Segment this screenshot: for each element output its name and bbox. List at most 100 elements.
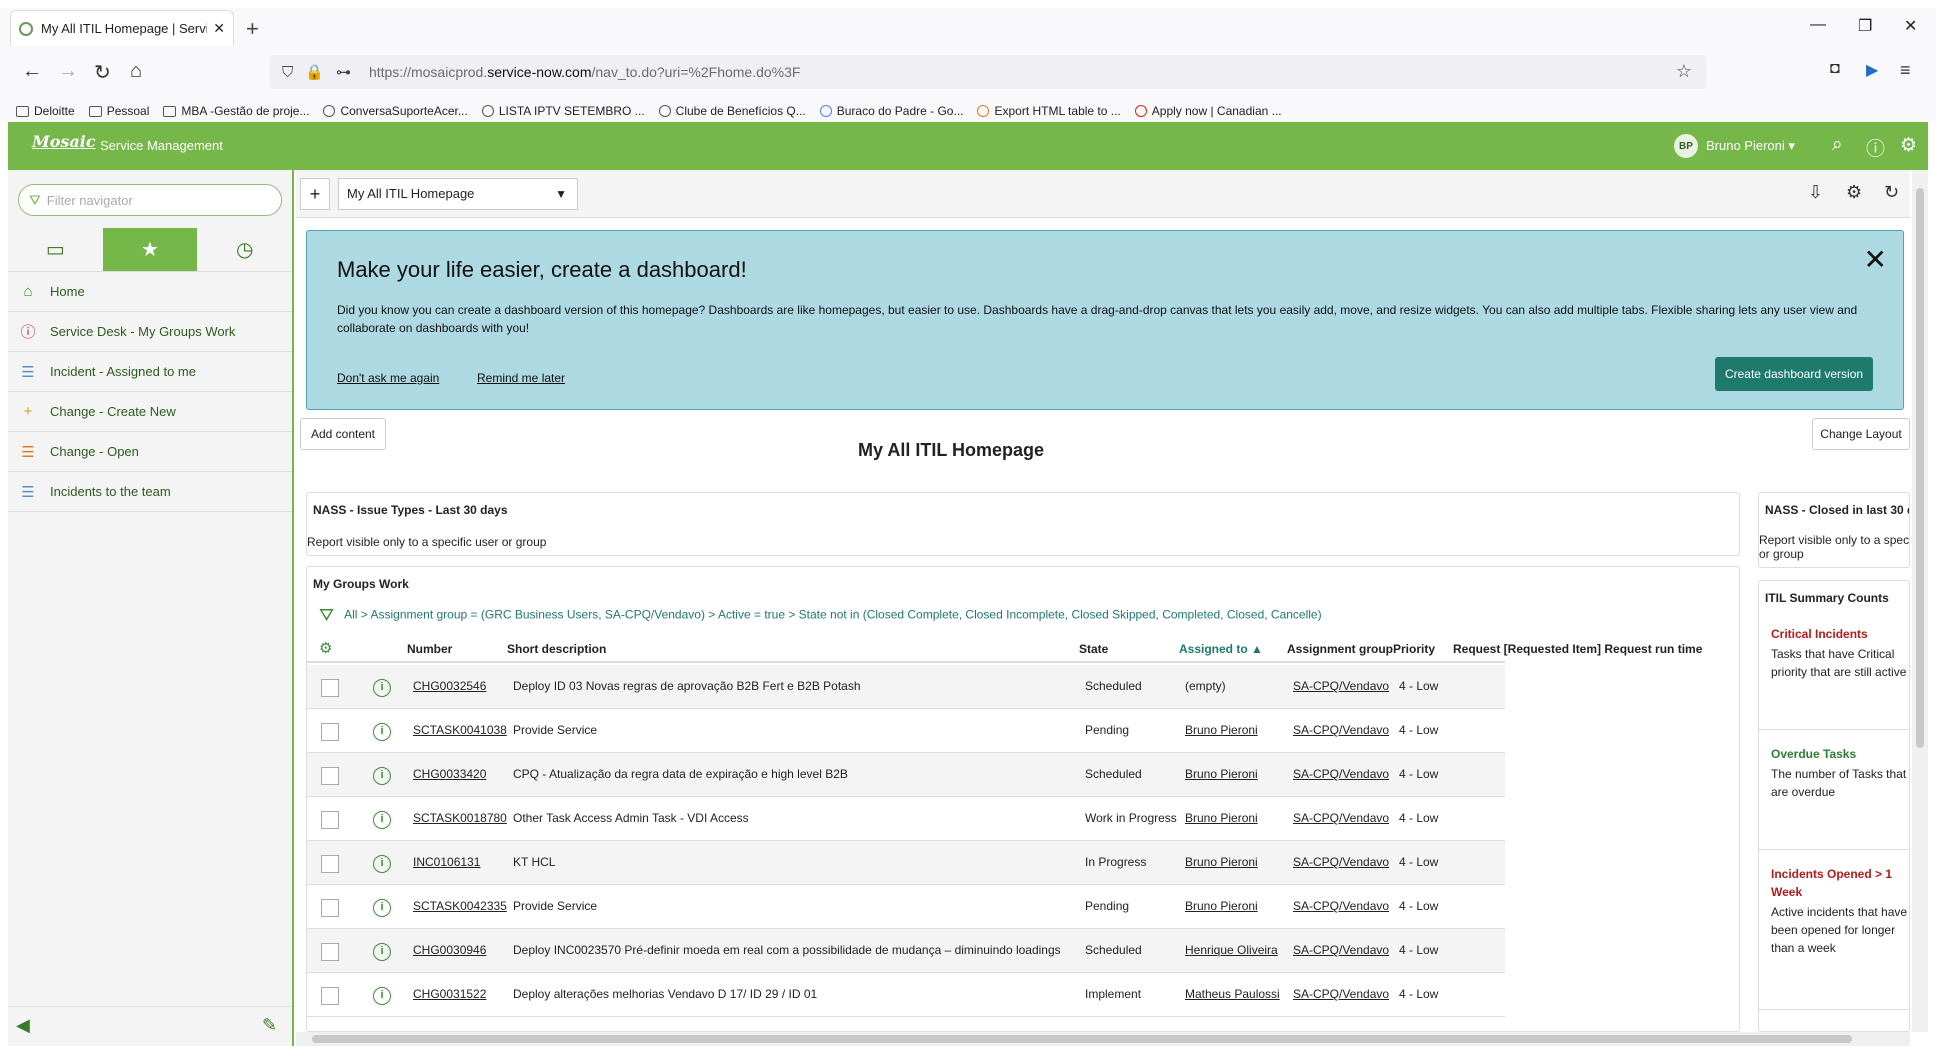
tab-favorites[interactable]: ★ xyxy=(102,228,198,271)
info-icon[interactable]: i xyxy=(373,767,391,785)
collapse-navigator-icon[interactable]: ◀ xyxy=(16,1015,30,1036)
dont-ask-again-link[interactable]: Don't ask me again xyxy=(337,371,439,385)
bookmark-link[interactable]: Buraco do Padre - Go... xyxy=(819,104,963,118)
reload-icon[interactable]: ↻ xyxy=(94,60,111,85)
row-checkbox[interactable] xyxy=(321,811,339,829)
mosaic-logo[interactable]: Mosaic xyxy=(32,132,96,151)
record-number-link[interactable]: CHG0031522 xyxy=(413,987,486,1001)
extension-icon[interactable]: ▶ xyxy=(1866,60,1878,80)
row-checkbox[interactable] xyxy=(321,679,339,697)
record-number-link[interactable]: INC0106131 xyxy=(413,855,480,869)
close-tab-icon[interactable]: ✕ xyxy=(213,20,225,37)
column-request[interactable]: Request [Requested Item] Request run tim… xyxy=(1453,642,1702,656)
homepage-select[interactable]: My All ITIL Homepage ▼ xyxy=(338,178,578,210)
info-icon[interactable]: i xyxy=(373,679,391,697)
breadcrumb-text[interactable]: All > Assignment group = (GRC Business U… xyxy=(344,608,1321,622)
row-checkbox[interactable] xyxy=(321,855,339,873)
info-icon[interactable]: i xyxy=(373,723,391,741)
record-number-link[interactable]: SCTASK0042335 xyxy=(413,899,507,913)
assignment-group-link[interactable]: SA-CPQ/Vendavo xyxy=(1293,855,1389,869)
remind-later-link[interactable]: Remind me later xyxy=(477,371,565,385)
gear-icon[interactable]: ⚙ xyxy=(1900,134,1917,157)
list-settings-icon[interactable]: ⚙ xyxy=(319,639,332,657)
assigned-to-link[interactable]: Bruno Pieroni xyxy=(1185,767,1258,781)
bookmark-link[interactable]: ConversaSuporteAcer... xyxy=(323,104,468,118)
itil-item-overdue[interactable]: Overdue Tasks The number of Tasks that a… xyxy=(1771,745,1909,801)
info-icon[interactable]: i xyxy=(373,811,391,829)
record-number-link[interactable]: CHG0032546 xyxy=(413,679,486,693)
bookmark-folder[interactable]: Deloitte xyxy=(16,104,75,118)
gear-icon[interactable]: ⚙ xyxy=(1846,182,1862,203)
assigned-to-link[interactable]: Matheus Paulossi xyxy=(1185,987,1280,1001)
assignment-group-link[interactable]: SA-CPQ/Vendavo xyxy=(1293,723,1389,737)
change-layout-button[interactable]: Change Layout xyxy=(1812,418,1910,450)
row-checkbox[interactable] xyxy=(321,723,339,741)
sidebar-item-change-create[interactable]: + Change - Create New xyxy=(8,392,292,432)
scrollbar-thumb[interactable] xyxy=(1916,188,1924,748)
itil-item-critical[interactable]: Critical Incidents Tasks that have Criti… xyxy=(1771,625,1909,681)
column-state[interactable]: State xyxy=(1079,642,1108,656)
assigned-to-link[interactable]: Bruno Pieroni xyxy=(1185,811,1258,825)
sidebar-item-incidents-team[interactable]: ☰ Incidents to the team xyxy=(8,472,292,512)
assigned-to-link[interactable]: Bruno Pieroni xyxy=(1185,855,1258,869)
create-dashboard-button[interactable]: Create dashboard version xyxy=(1715,357,1873,391)
record-number-link[interactable]: SCTASK0041038 xyxy=(413,723,507,737)
column-priority[interactable]: Priority xyxy=(1393,642,1435,656)
back-icon[interactable]: ← xyxy=(22,60,42,83)
filter-navigator-input[interactable]: ⛛ Filter navigator xyxy=(18,184,282,216)
sidebar-item-home[interactable]: ⌂ Home xyxy=(8,272,292,312)
restore-icon[interactable]: ❐ xyxy=(1858,16,1872,36)
help-icon[interactable]: ⓘ xyxy=(1866,134,1885,161)
info-icon[interactable]: i xyxy=(373,987,391,1005)
minimize-icon[interactable]: — xyxy=(1810,16,1826,34)
column-assigned-to[interactable]: Assigned to ▲ xyxy=(1179,642,1263,656)
search-icon[interactable]: ⌕ xyxy=(1832,134,1843,156)
tab-history[interactable]: ◷ xyxy=(197,228,292,271)
assignment-group-link[interactable]: SA-CPQ/Vendavo xyxy=(1293,811,1389,825)
assigned-to-link[interactable]: Bruno Pieroni xyxy=(1185,723,1258,737)
column-assignment-group[interactable]: Assignment group xyxy=(1287,642,1393,656)
assigned-to-link[interactable]: Henrique Oliveira xyxy=(1185,943,1278,957)
info-icon[interactable]: i xyxy=(373,899,391,917)
row-checkbox[interactable] xyxy=(321,987,339,1005)
info-icon[interactable]: i xyxy=(373,943,391,961)
refresh-icon[interactable]: ↻ xyxy=(1884,182,1899,203)
itil-item-opened-week[interactable]: Incidents Opened > 1 Week Active inciden… xyxy=(1771,865,1909,957)
vertical-scrollbar[interactable] xyxy=(1912,170,1928,1032)
assignment-group-link[interactable]: SA-CPQ/Vendavo xyxy=(1293,899,1389,913)
avatar[interactable]: BP xyxy=(1674,134,1698,158)
assignment-group-link[interactable]: SA-CPQ/Vendavo xyxy=(1293,943,1389,957)
close-icon[interactable]: ✕ xyxy=(1864,243,1887,276)
column-short-description[interactable]: Short description xyxy=(507,642,606,656)
user-menu[interactable]: Bruno Pieroni ▾ xyxy=(1706,138,1795,154)
bookmark-link[interactable]: Export HTML table to ... xyxy=(977,104,1121,118)
address-bar[interactable]: ⛉ 🔒 ⊶ https://mosaicprod.service-now.com… xyxy=(270,55,1706,89)
column-number[interactable]: Number xyxy=(407,642,452,656)
record-number-link[interactable]: CHG0030946 xyxy=(413,943,486,957)
sidebar-item-service-desk[interactable]: ⓘ Service Desk - My Groups Work xyxy=(8,312,292,352)
edit-favorites-icon[interactable]: ✎ xyxy=(262,1015,277,1036)
row-checkbox[interactable] xyxy=(321,899,339,917)
record-number-link[interactable]: SCTASK0018780 xyxy=(413,811,507,825)
bookmark-link[interactable]: Clube de Benefícios Q... xyxy=(658,104,806,118)
horizontal-scrollbar[interactable] xyxy=(296,1032,1910,1046)
scrollbar-thumb[interactable] xyxy=(312,1035,1852,1043)
close-window-icon[interactable]: ✕ xyxy=(1904,16,1917,36)
new-tab-icon[interactable]: + xyxy=(246,16,259,42)
bookmark-star-icon[interactable]: ☆ xyxy=(1676,61,1692,82)
add-homepage-button[interactable]: + xyxy=(300,178,330,210)
menu-icon[interactable]: ≡ xyxy=(1900,60,1911,81)
row-checkbox[interactable] xyxy=(321,767,339,785)
assignment-group-link[interactable]: SA-CPQ/Vendavo xyxy=(1293,987,1389,1001)
assignment-group-link[interactable]: SA-CPQ/Vendavo xyxy=(1293,767,1389,781)
sidebar-item-incident-assigned[interactable]: ☰ Incident - Assigned to me xyxy=(8,352,292,392)
bookmark-link[interactable]: Apply now | Canadian ... xyxy=(1134,104,1282,118)
record-number-link[interactable]: CHG0033420 xyxy=(413,767,486,781)
row-checkbox[interactable] xyxy=(321,943,339,961)
bookmark-link[interactable]: LISTA IPTV SETEMBRO ... xyxy=(481,104,645,118)
info-icon[interactable]: i xyxy=(373,855,391,873)
pocket-icon[interactable]: ◘ xyxy=(1830,60,1840,78)
bookmark-folder[interactable]: MBA -Gestão de proje... xyxy=(163,104,309,118)
assignment-group-link[interactable]: SA-CPQ/Vendavo xyxy=(1293,679,1389,693)
bookmark-folder[interactable]: Pessoal xyxy=(88,104,149,118)
